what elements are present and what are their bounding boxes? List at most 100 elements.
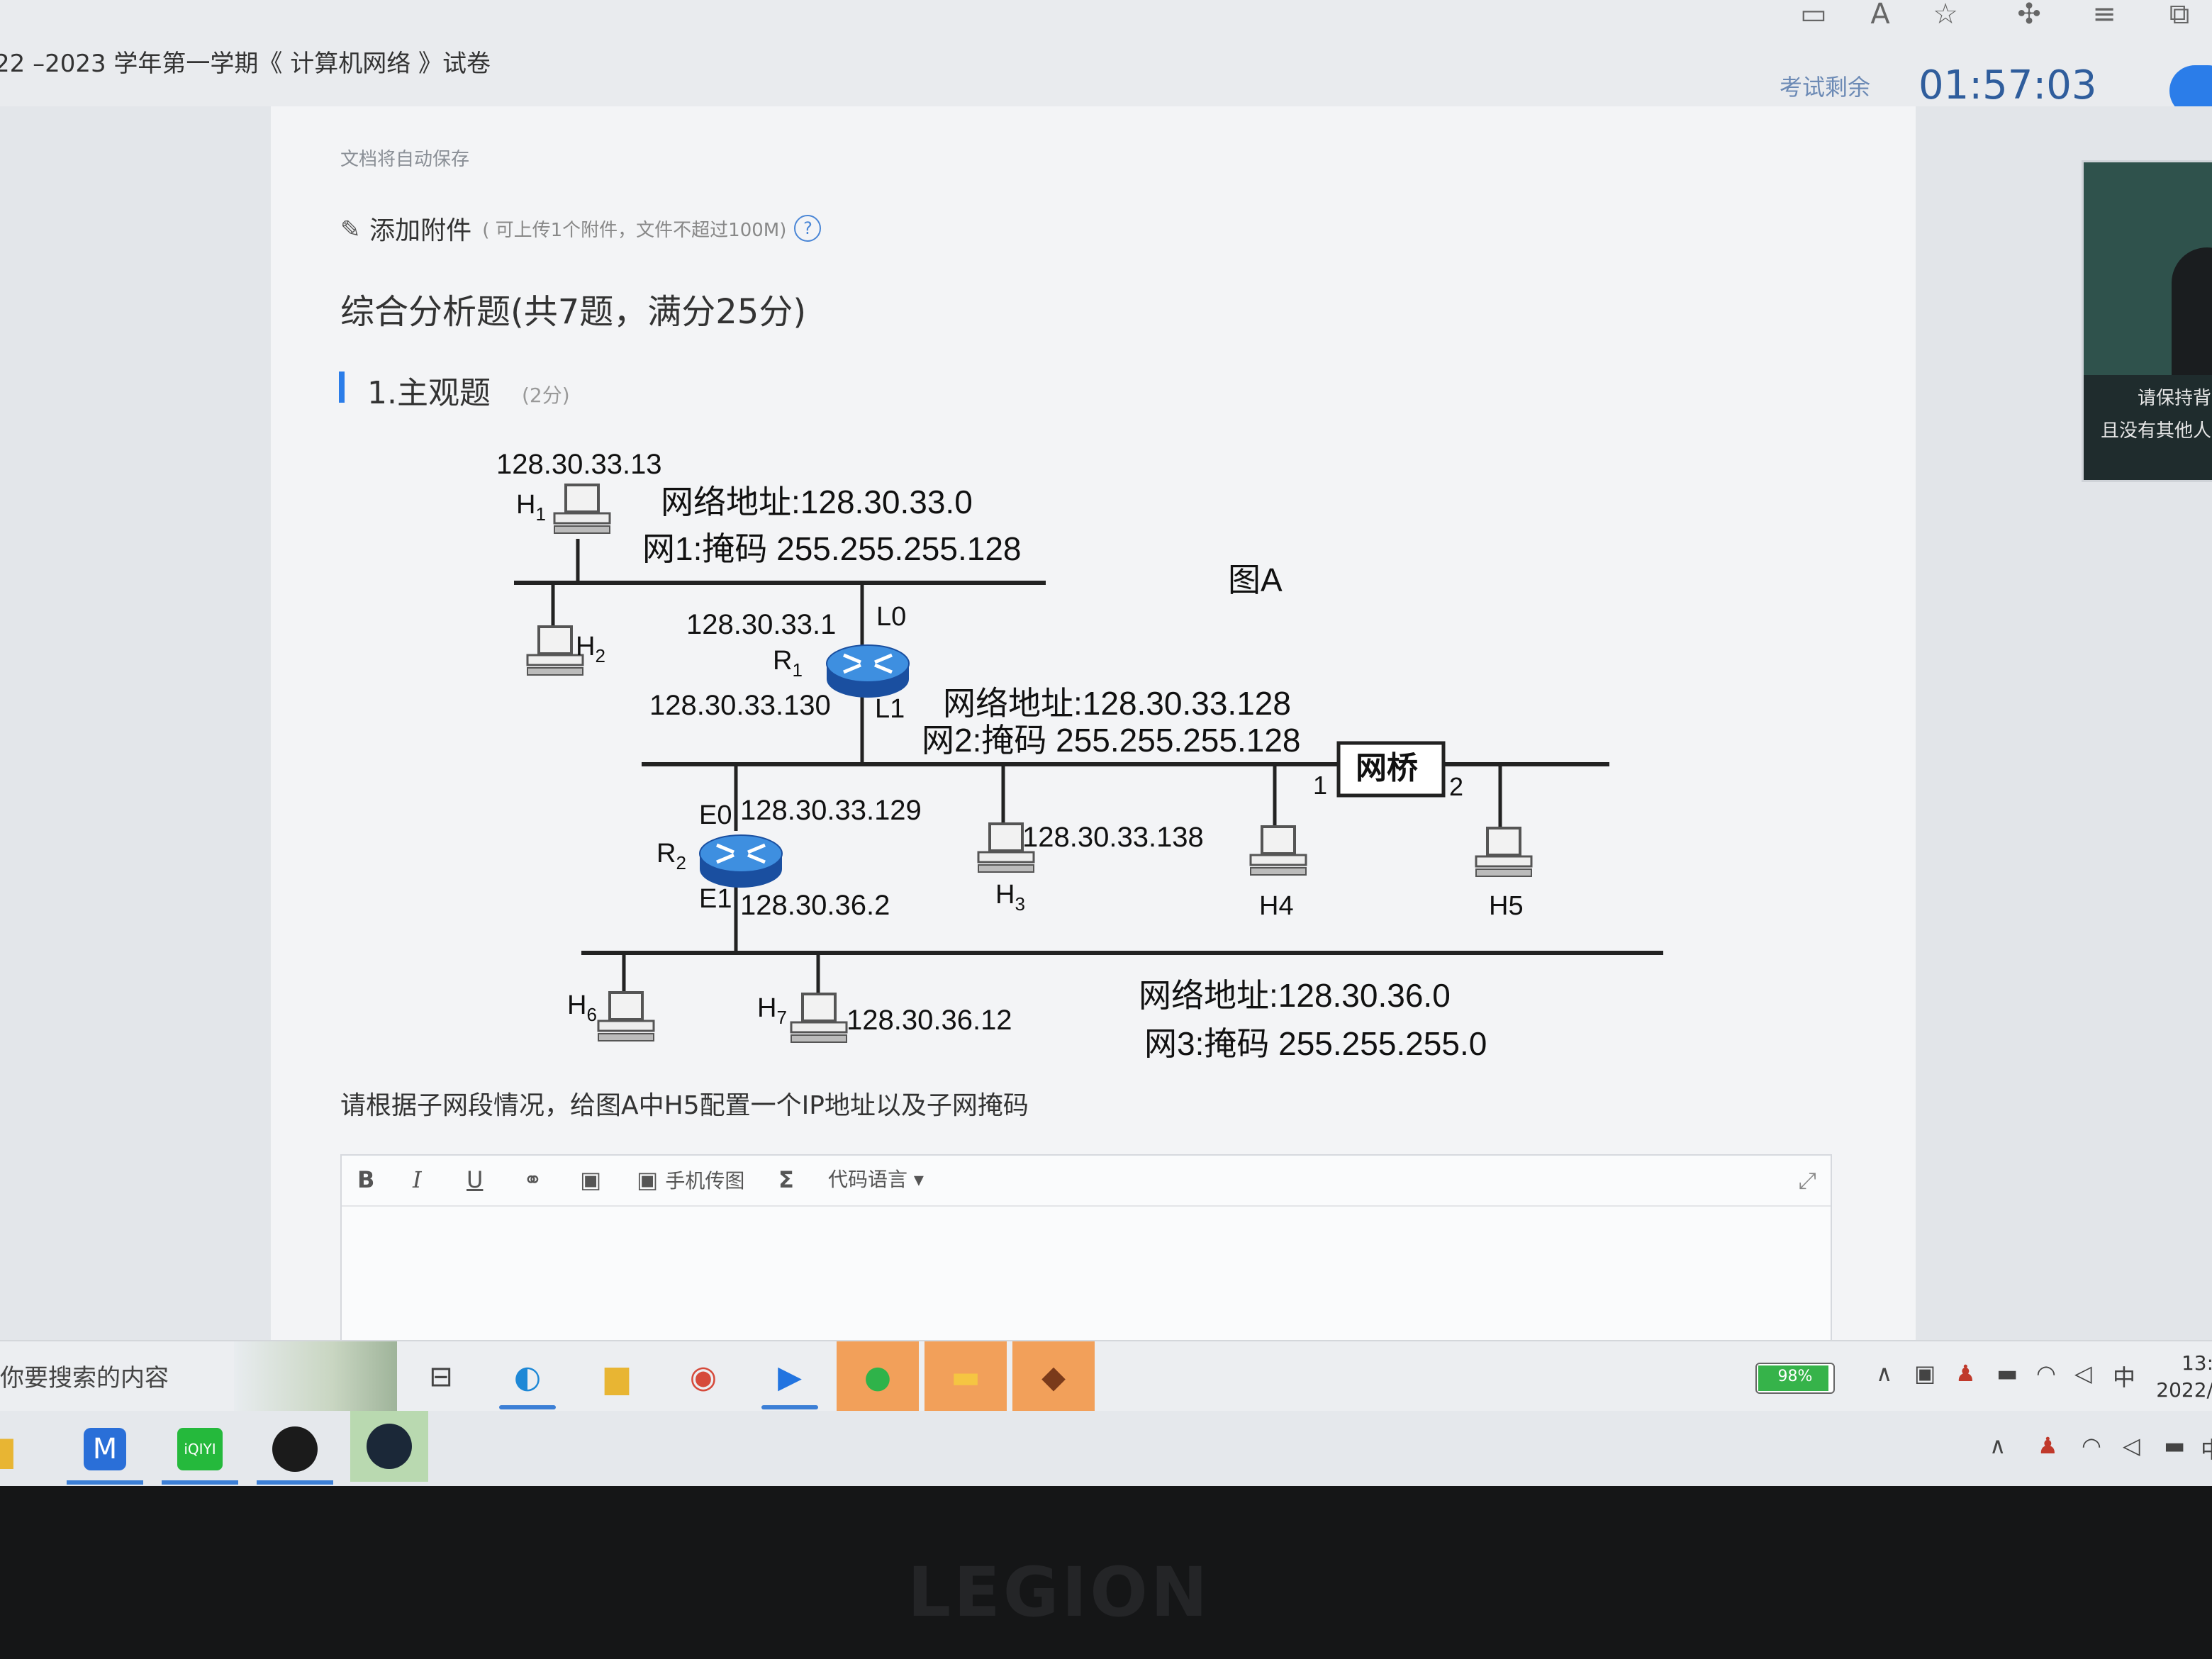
task-view-icon[interactable]: ⊟ [410, 1350, 472, 1404]
steam-icon[interactable] [350, 1411, 428, 1482]
battery-local-icon[interactable]: ▬ [2164, 1432, 2185, 1459]
tray-expand-icon[interactable]: ∧ [1876, 1360, 1892, 1387]
net1-mask: 网1:掩码 255.255.255.128 [642, 530, 1021, 567]
question-title: 1.主观题 [367, 375, 491, 411]
add-attachment-link[interactable]: 添加附件 [369, 216, 471, 245]
net2-address: 网络地址:128.30.33.128 [943, 685, 1291, 722]
r2-e0-ip: 128.30.33.129 [740, 795, 922, 826]
collections-icon[interactable]: ⧉ [2160, 0, 2199, 28]
h1-ip: 128.30.33.13 [496, 449, 662, 480]
favorites-icon[interactable]: ≡ [2084, 0, 2124, 28]
bridge-port-2: 2 [1449, 772, 1463, 801]
chrome-icon[interactable]: ◉ [672, 1350, 734, 1404]
battery-tray-icon[interactable]: ▬ [1996, 1360, 2018, 1387]
section-title: 综合分析题(共7题，满分25分) [340, 292, 807, 332]
host-h1-icon [553, 484, 611, 535]
time-remaining-label: 考试剩余 [1780, 74, 1871, 101]
clock-date: 2022/ [2156, 1378, 2212, 1402]
r1-l0-ip: 128.30.33.1 [686, 609, 836, 640]
extensions-icon[interactable]: ✣ [2009, 0, 2049, 28]
laptop-brand-logo: LEGION [907, 1553, 1211, 1632]
game-app-icon[interactable] [252, 1421, 337, 1485]
host-h6-label: H6 [567, 990, 597, 1025]
fullscreen-icon[interactable]: ⤢ [1798, 1167, 1816, 1195]
app-blue-icon[interactable]: ▶ [759, 1350, 821, 1409]
host-h5-label: H5 [1489, 891, 1524, 921]
editor-toolbar: B I U ⚭ ▣ ▣ 手机传图 Σ 代码语言 ▾ ⤢ [342, 1156, 1831, 1207]
left-margin [0, 106, 271, 1340]
r1-l1-ip: 128.30.33.130 [649, 690, 831, 721]
autosave-note: 文档将自动保存 [340, 149, 470, 170]
webcam-notice: 请保持背 且没有其他人 [2084, 375, 2212, 480]
r2-e0-label: E0 [699, 800, 732, 830]
file-explorer-local-icon[interactable]: ▆ [0, 1421, 28, 1478]
host-h4-icon [1249, 825, 1307, 876]
host-h1-label: H1 [516, 490, 546, 525]
favorite-add-icon[interactable]: ☆ [1926, 0, 1965, 28]
bridge-port-1: 1 [1313, 771, 1327, 800]
ime-indicator[interactable]: 中 [2113, 1360, 2135, 1392]
clock-time: 13: [2181, 1351, 2212, 1375]
help-icon[interactable]: ? [794, 215, 822, 242]
tray-app-icon[interactable]: ▣ [1914, 1360, 1936, 1387]
tray-expand-local-icon[interactable]: ∧ [1989, 1432, 2006, 1459]
wechat-icon[interactable]: ● [837, 1341, 919, 1412]
formula-button[interactable]: Σ [778, 1166, 794, 1194]
edge-icon[interactable]: ◐ [496, 1350, 559, 1409]
paperclip-icon: ✎ [340, 216, 361, 244]
volume-icon[interactable]: ◁ [2074, 1360, 2092, 1387]
question-points: (2分) [522, 384, 570, 407]
host-h4-label: H4 [1259, 891, 1294, 921]
h3-ip: 128.30.33.138 [1022, 822, 1204, 853]
folder-app-icon[interactable]: ▬ [925, 1341, 1007, 1412]
battery-indicator[interactable]: 98% [1755, 1363, 1835, 1394]
router-r2-icon [700, 835, 782, 888]
question-prompt: 请根据子网段情况，给图A中H5配置一个IP地址以及子网掩码 [340, 1091, 1029, 1120]
volume-local-icon[interactable]: ◁ [2123, 1432, 2140, 1459]
search-highlight-image [234, 1341, 397, 1412]
qq-local-icon[interactable]: ♟ [2038, 1432, 2058, 1459]
net2-mask: 网2:掩码 255.255.255.128 [922, 722, 1300, 759]
italic-button[interactable]: I [413, 1166, 422, 1194]
battery-percent: 98% [1777, 1368, 1813, 1385]
local-taskbar: ▆ M iQIYI ∧ ♟ ◠ ◁ ▬ 中 [0, 1411, 2212, 1486]
webcam-notice-line1: 请保持背 [2137, 388, 2211, 409]
network-diagram: 网桥 1 2 H1 H2 H3 H4 H5 H6 H7 R1 R2 128.30… [496, 449, 1663, 1062]
host-h5-icon [1475, 827, 1533, 878]
host-h2-icon [526, 625, 584, 676]
wifi-local-icon[interactable]: ◠ [2082, 1432, 2101, 1459]
exam-title: 22 –2023 学年第一学期《 计算机网络 》试卷 [0, 50, 491, 78]
webcam-notice-line2: 且没有其他人 [2100, 420, 2211, 442]
image-icon[interactable]: ▣ [580, 1166, 601, 1194]
countdown-timer: 01:57:03 [1918, 62, 2097, 108]
answer-editor[interactable]: B I U ⚭ ▣ ▣ 手机传图 Σ 代码语言 ▾ ⤢ [340, 1154, 1832, 1341]
link-icon[interactable]: ⚭ [523, 1166, 542, 1194]
iqiyi-icon[interactable]: iQIYI [157, 1421, 242, 1485]
r2-e1-label: E1 [699, 884, 732, 914]
net1-address: 网络地址:128.30.33.0 [661, 484, 973, 520]
remote-taskbar: 你要搜索的内容 ⊟ ◐ ▆ ◉ ▶ ● ▬ ◆ 98% ∧ ▣ ♟ ▬ ◠ ◁ … [0, 1340, 2212, 1412]
host-h7-icon [790, 993, 848, 1044]
bridge-label: 网桥 [1356, 751, 1418, 786]
wifi-icon[interactable]: ◠ [2036, 1360, 2056, 1387]
r1-l1-label: L1 [875, 694, 905, 724]
bold-button[interactable]: B [357, 1166, 374, 1194]
blue-app-icon[interactable]: M [62, 1421, 147, 1485]
phone-image-icon: ▣ [637, 1166, 659, 1193]
router-r1-icon [827, 645, 909, 698]
read-aloud-icon[interactable]: A [1860, 0, 1900, 28]
add-attachment-row[interactable]: ✎ 添加附件 ( 可上传1个附件，文件不超过100M) ? [340, 210, 822, 247]
host-h3-label: H3 [995, 880, 1025, 915]
underline-button[interactable]: U [467, 1166, 483, 1194]
phone-upload-button[interactable]: ▣ 手机传图 [637, 1166, 744, 1194]
r2-e1-ip: 128.30.36.2 [740, 890, 890, 921]
code-language-dropdown[interactable]: 代码语言 ▾ [828, 1166, 924, 1194]
reader-icon[interactable]: ▭ [1794, 0, 1833, 28]
webcam-preview: 请保持背 且没有其他人 [2082, 160, 2212, 482]
clock[interactable]: 13: 2022/ [2148, 1350, 2212, 1404]
file-explorer-icon[interactable]: ▆ [586, 1350, 648, 1404]
orange-app-icon[interactable]: ◆ [1012, 1341, 1095, 1412]
ime-local-indicator[interactable]: 中 [2201, 1432, 2212, 1465]
qq-icon[interactable]: ♟ [1955, 1360, 1976, 1387]
taskbar-search[interactable]: 你要搜索的内容 [0, 1358, 169, 1393]
